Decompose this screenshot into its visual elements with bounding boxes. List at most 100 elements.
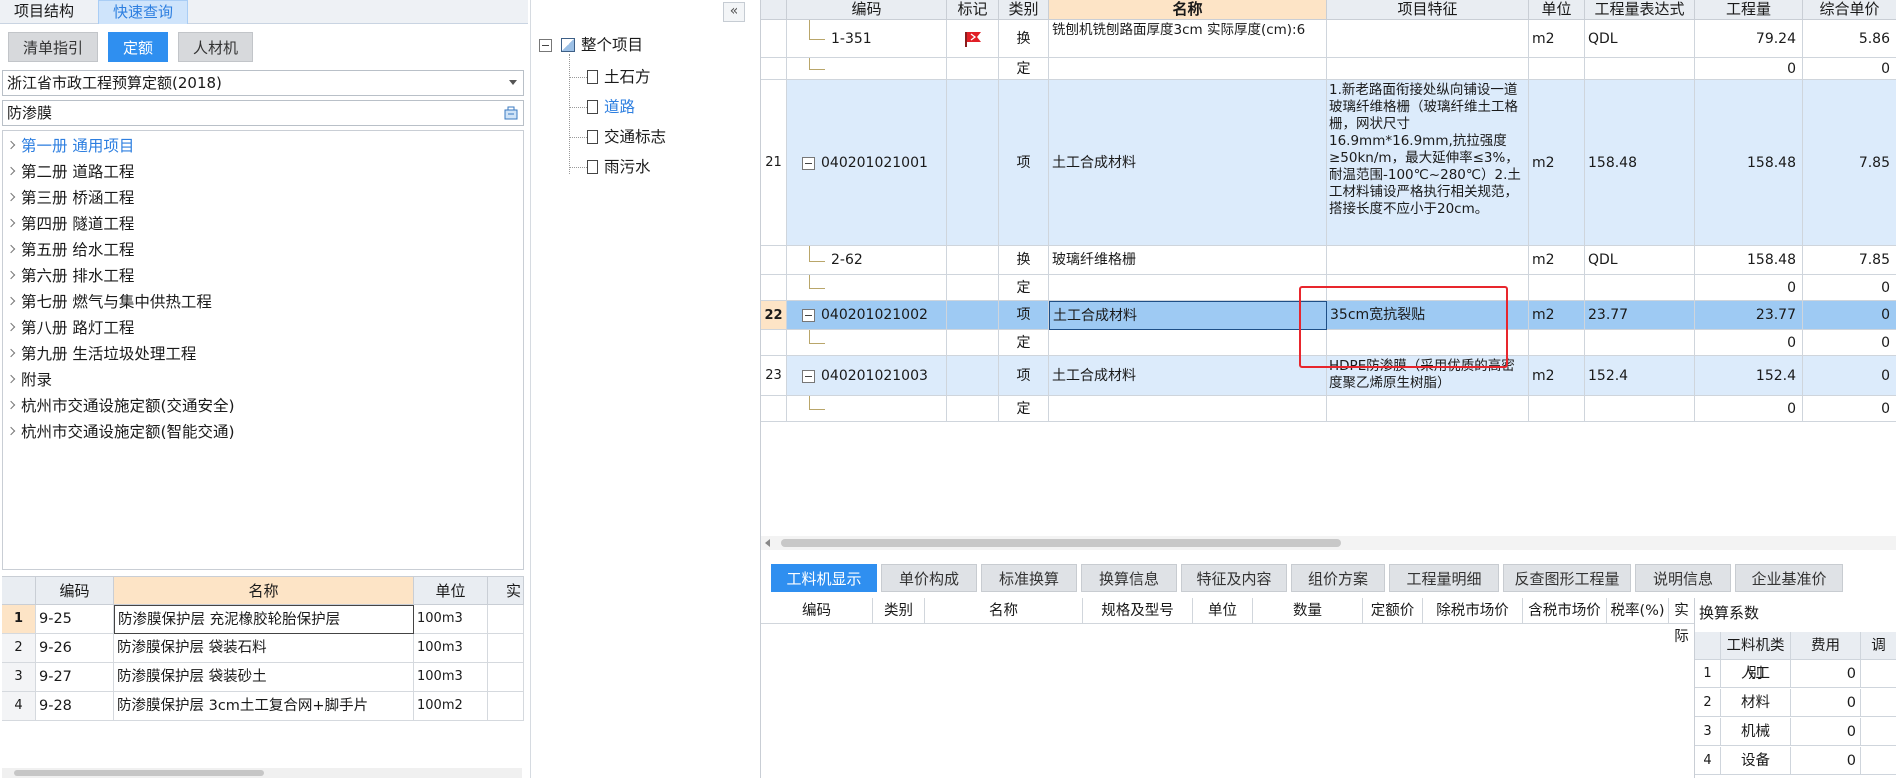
cell-name[interactable]: 土工合成材料 [1049,80,1327,246]
chevron-right-icon[interactable] [6,400,16,410]
coef-type[interactable]: 人工 [1721,660,1791,688]
chevron-right-icon[interactable] [6,270,16,280]
cell-feature[interactable]: 1.新老路面衔接处纵向铺设一道玻璃纤维格栅（玻璃纤维土工格栅，网状尺寸16.9m… [1327,80,1529,246]
bill-grid-scrollbar[interactable] [761,536,1896,550]
cell-name[interactable]: 防渗膜保护层 袋装石料 [114,634,414,663]
cell-mark[interactable] [947,330,999,356]
cell-unit-price[interactable]: 0 [1803,58,1896,80]
col-header-7[interactable]: 工程量 [1695,0,1803,20]
chevron-down-icon[interactable] [509,80,517,85]
cell-name[interactable] [1049,275,1327,301]
cell-unit[interactable]: 100m2 [414,692,488,721]
row-number[interactable]: 3 [2,663,36,692]
tree-node-root[interactable]: 整个项目 [561,32,643,58]
cell-unit[interactable]: 100m3 [414,663,488,692]
cell-name[interactable]: 土工合成材料 [1049,301,1327,330]
cell-actual[interactable] [488,634,524,663]
cell-unit[interactable]: 100m3 [414,634,488,663]
tree-item-chapter[interactable]: 第九册 生活垃圾处理工程 [3,341,196,367]
collapse-row-icon[interactable] [802,156,815,170]
col-header-unit[interactable]: 单位 [414,577,488,605]
row-number[interactable] [761,275,787,301]
cell-quantity[interactable]: 0 [1695,275,1803,301]
cell-mark[interactable] [947,80,999,246]
cell-unit-price[interactable]: 0 [1803,396,1896,422]
scrollbar-thumb[interactable] [14,770,264,776]
scroll-left-icon[interactable] [765,539,770,547]
row-number[interactable]: 23 [761,356,787,396]
cell-feature[interactable] [1327,246,1529,275]
red-flag-icon[interactable] [963,30,983,48]
cell-unit[interactable]: 100m3 [414,605,488,634]
coef-value[interactable]: 0 [1791,660,1861,688]
cell-category[interactable]: 换 [999,246,1049,275]
cell-name[interactable] [1049,58,1327,80]
coef-type[interactable]: 材料 [1721,689,1791,717]
bottom-tab-6[interactable]: 工程量明细 [1389,564,1499,592]
cell-expression[interactable]: QDL [1585,20,1695,58]
tree-node-road[interactable]: 道路 [587,94,635,120]
cell-unit-price[interactable]: 5.86 [1803,20,1896,58]
cell-code[interactable]: 9-27 [36,663,114,692]
cell-code[interactable] [787,396,947,422]
tree-node-drainage[interactable]: 雨污水 [587,154,651,180]
tab-labor-material-machine[interactable]: 人材机 [178,32,254,62]
chevron-right-icon[interactable] [6,140,16,150]
cell-category[interactable]: 定 [999,58,1049,80]
bottom-tab-7[interactable]: 反查图形工程量 [1503,564,1631,592]
tree-item-chapter[interactable]: 杭州市交通设施定额(交通安全) [3,393,235,419]
col-header-actual[interactable]: 实 [488,577,524,605]
col-header-3[interactable]: 名称 [1049,0,1327,20]
cell-quantity[interactable]: 23.77 [1695,301,1803,330]
norm-library-select[interactable]: 浙江省市政工程预算定额(2018) [2,70,524,96]
tree-item-chapter[interactable]: 杭州市交通设施定额(智能交通) [3,419,235,445]
coef-type[interactable]: 设备 [1721,747,1791,775]
coef-adjust[interactable] [1861,660,1896,688]
tree-node-earthwork[interactable]: 土石方 [587,64,651,90]
cell-name[interactable]: 土工合成材料 [1049,356,1327,396]
chevron-right-icon[interactable] [6,166,16,176]
cell-name[interactable]: 防渗膜保护层 3cm土工复合网+脚手片 [114,692,414,721]
collapse-panel-button[interactable]: « [723,2,745,22]
tree-item-chapter[interactable]: 第四册 隧道工程 [3,211,134,237]
cell-unit[interactable]: m2 [1529,246,1585,275]
coef-value[interactable]: 0 [1791,747,1861,775]
coef-value[interactable]: 0 [1791,689,1861,717]
resource-col-header-7[interactable]: 除税市场价 [1423,598,1523,624]
cell-unit-price[interactable]: 0 [1803,330,1896,356]
bottom-tab-4[interactable]: 特征及内容 [1181,564,1287,592]
row-number[interactable]: 2 [2,634,36,663]
bottom-tab-2[interactable]: 标准换算 [981,564,1077,592]
cell-unit[interactable]: m2 [1529,301,1585,330]
col-header-5[interactable]: 单位 [1529,0,1585,20]
tree-item-chapter[interactable]: 第三册 桥涵工程 [3,185,134,211]
cell-unit[interactable] [1529,396,1585,422]
tree-item-chapter[interactable]: 第六册 排水工程 [3,263,134,289]
col-header-2[interactable]: 类别 [999,0,1049,20]
tab-project-structure[interactable]: 项目结构 [0,0,88,24]
cell-unit[interactable] [1529,330,1585,356]
tab-bill-guide[interactable]: 清单指引 [8,32,99,62]
coef-value[interactable]: 0 [1791,718,1861,746]
collapse-row-icon[interactable] [802,369,815,383]
cell-expression[interactable] [1585,330,1695,356]
cell-category[interactable]: 项 [999,301,1049,330]
cell-code[interactable]: 2-62 [787,246,947,275]
cell-name[interactable]: 铣刨机铣刨路面厚度3cm 实际厚度(cm):6 [1049,20,1327,58]
cell-code[interactable] [787,330,947,356]
cell-unit[interactable]: m2 [1529,356,1585,396]
cell-code[interactable]: 040201021002 [787,301,947,330]
cell-feature[interactable] [1327,396,1529,422]
cell-unit-price[interactable]: 7.85 [1803,246,1896,275]
cell-quantity[interactable]: 158.48 [1695,246,1803,275]
cell-unit[interactable]: m2 [1529,20,1585,58]
cell-mark[interactable] [947,58,999,80]
chevron-right-icon[interactable] [6,374,16,384]
col-header-name[interactable]: 名称 [114,577,414,605]
row-number[interactable]: 2 [1695,689,1721,717]
bottom-tab-8[interactable]: 说明信息 [1635,564,1731,592]
cell-code[interactable]: 9-25 [36,605,114,634]
cell-mark[interactable] [947,396,999,422]
row-number[interactable]: 4 [1695,747,1721,775]
col-header-6[interactable]: 工程量表达式 [1585,0,1695,20]
